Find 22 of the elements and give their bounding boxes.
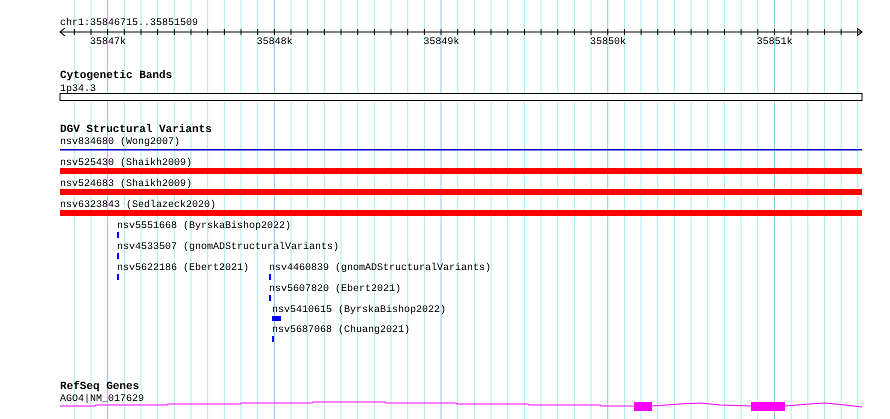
gene-label: AGO4|NM_017629: [60, 394, 144, 405]
variant-label: nsv6323843 (Sedlazeck2020): [60, 200, 216, 211]
tick-label: 35848k: [256, 37, 293, 48]
track-title: DGV Structural Variants: [60, 124, 212, 136]
variant-label: nsv5622186 (Ebert2021): [117, 263, 250, 274]
variant-label: nsv525430 (Shaikh2009): [60, 158, 192, 169]
variant-label: nsv5551668 (ByrskaBishop2022): [117, 221, 292, 232]
variant-label: nsv524683 (Shaikh2009): [60, 179, 192, 190]
band-label: 1p34.3: [60, 84, 96, 95]
track-title: RefSeq Genes: [60, 381, 140, 393]
tick-label: 35851k: [756, 37, 793, 48]
tick-label: 35847k: [90, 37, 126, 48]
location-label: chr1:35846715..35851509: [60, 18, 198, 29]
variant-label: nsv5410615 (ByrskaBishop2022): [272, 305, 446, 316]
variant-label: nsv4533507 (gnomADStructuralVariants): [117, 242, 340, 253]
variant-label: nsv5687068 (Chuang2021): [272, 325, 410, 336]
variant-label: nsv5607820 (Ebert2021): [269, 284, 402, 295]
tick-label: 35849k: [423, 37, 460, 48]
track-title: Cytogenetic Bands: [60, 70, 172, 82]
variant-label: nsv4460839 (gnomADStructuralVariants): [269, 263, 492, 274]
tick-label: 35850k: [590, 37, 626, 48]
variant-label: nsv834680 (Wong2007): [60, 137, 180, 148]
